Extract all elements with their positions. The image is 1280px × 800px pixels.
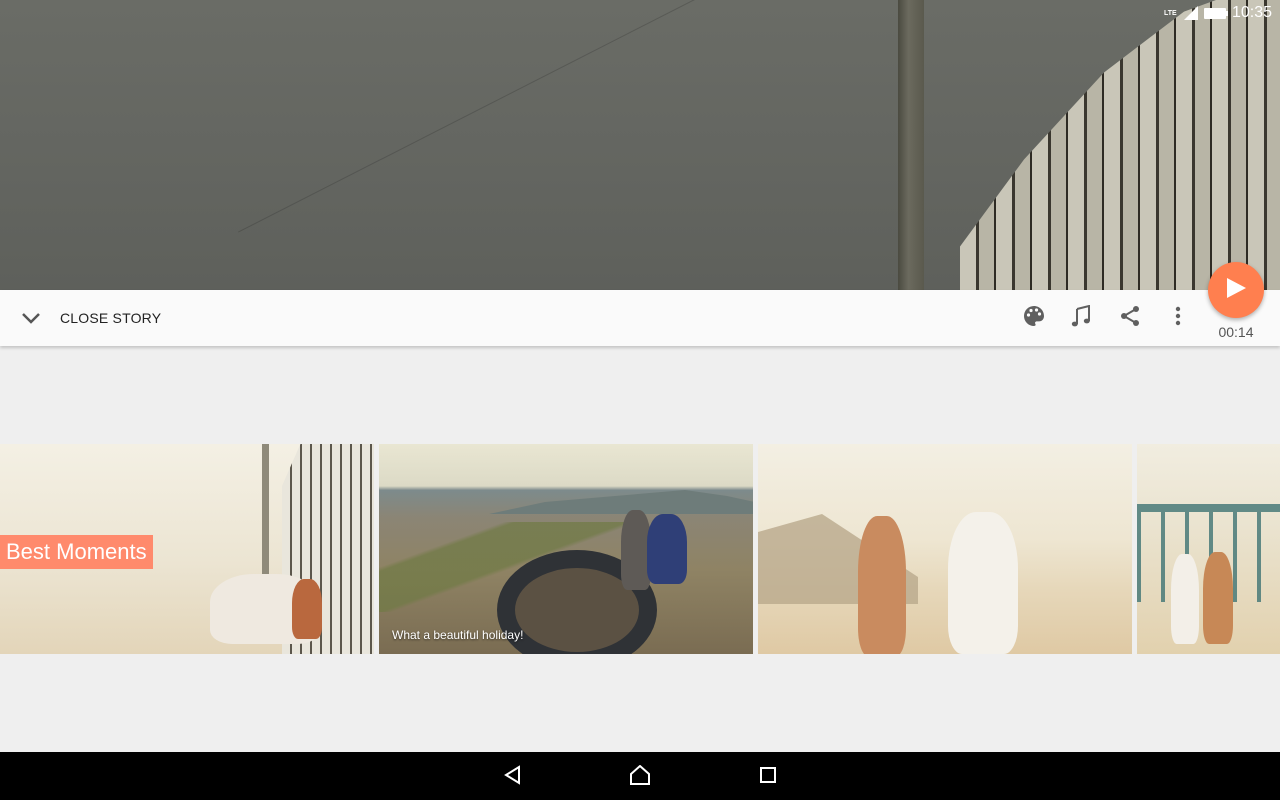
back-button[interactable] bbox=[497, 762, 527, 792]
photo-pole bbox=[262, 444, 269, 584]
story-title: Best Moments bbox=[0, 535, 153, 569]
story-duration: 00:14 bbox=[1218, 324, 1254, 340]
share-icon bbox=[1119, 305, 1141, 332]
palette-icon bbox=[1023, 305, 1045, 332]
photo-mountain bbox=[489, 490, 753, 514]
signal-icon bbox=[1183, 6, 1198, 20]
photo-person bbox=[647, 514, 687, 584]
story-photo[interactable]: Best Moments bbox=[0, 444, 374, 654]
navigation-bar bbox=[0, 752, 1280, 800]
network-type: LTE bbox=[1163, 9, 1177, 17]
story-toolbar: CLOSE STORY bbox=[0, 290, 1280, 346]
theme-button[interactable] bbox=[1017, 301, 1051, 335]
chevron-down-icon bbox=[18, 305, 44, 331]
photo-person bbox=[948, 512, 1018, 654]
share-button[interactable] bbox=[1113, 301, 1147, 335]
wooden-fence bbox=[960, 0, 1280, 290]
recents-icon bbox=[759, 766, 777, 789]
photo-person bbox=[1171, 554, 1199, 644]
photo-person bbox=[292, 579, 322, 639]
story-photo[interactable] bbox=[1137, 444, 1280, 654]
home-icon bbox=[629, 764, 651, 790]
play-icon bbox=[1225, 277, 1247, 304]
story-photo[interactable] bbox=[758, 444, 1132, 654]
clock: 10:35 bbox=[1231, 4, 1272, 21]
close-story-label: CLOSE STORY bbox=[60, 310, 162, 326]
hero-photo bbox=[0, 0, 1280, 290]
wooden-pole bbox=[898, 0, 924, 290]
more-vert-icon bbox=[1175, 306, 1181, 331]
photo-caption: What a beautiful holiday! bbox=[392, 628, 524, 642]
story-photo[interactable]: What a beautiful holiday! bbox=[379, 444, 753, 654]
close-story-button[interactable]: CLOSE STORY bbox=[18, 290, 161, 346]
music-note-icon bbox=[1071, 304, 1091, 332]
more-options-button[interactable] bbox=[1161, 301, 1195, 335]
power-line bbox=[238, 0, 774, 233]
play-button[interactable] bbox=[1208, 262, 1264, 318]
battery-icon bbox=[1203, 7, 1228, 19]
status-bar: LTE 10:35 bbox=[1164, 0, 1280, 26]
story-filmstrip[interactable]: Best Moments What a beautiful holiday! bbox=[0, 444, 1280, 654]
music-button[interactable] bbox=[1064, 301, 1098, 335]
back-icon bbox=[503, 764, 521, 790]
recents-button[interactable] bbox=[753, 762, 783, 792]
home-button[interactable] bbox=[625, 762, 655, 792]
photo-person bbox=[858, 516, 906, 654]
photo-person bbox=[1203, 552, 1233, 644]
